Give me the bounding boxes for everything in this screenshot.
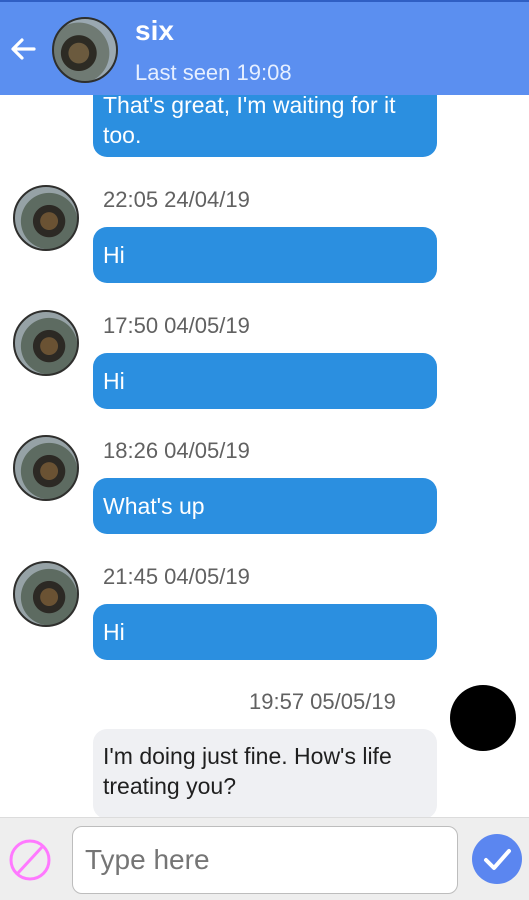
check-icon	[484, 849, 511, 870]
contact-avatar[interactable]	[13, 185, 79, 251]
back-arrow-icon[interactable]	[8, 34, 38, 64]
send-button[interactable]	[472, 834, 522, 884]
message-timestamp: 19:57 05/05/19	[249, 689, 396, 714]
message-timestamp: 18:26 04/05/19	[103, 438, 250, 463]
contact-name[interactable]: six	[135, 17, 174, 45]
user-avatar[interactable]	[450, 685, 516, 751]
message-bubble[interactable]: Hi	[93, 604, 437, 660]
message-text: That's great, I'm waiting for it too.	[103, 95, 396, 148]
message-timestamp: 22:05 24/04/19	[103, 187, 250, 212]
contact-avatar[interactable]	[13, 435, 79, 501]
message-text: Hi	[103, 619, 125, 645]
contact-avatar[interactable]	[13, 561, 79, 627]
message-text: Hi	[103, 368, 125, 394]
message-timestamp: 21:45 04/05/19	[103, 564, 250, 589]
contact-avatar[interactable]	[52, 17, 118, 83]
message-text: Hi	[103, 242, 125, 268]
message-input[interactable]	[72, 826, 458, 894]
block-icon[interactable]	[8, 838, 52, 882]
message-bubble[interactable]: Hi	[93, 353, 437, 409]
message-list[interactable]: That's great, I'm waiting for it too. 22…	[0, 95, 529, 817]
message-bubble[interactable]: What's up	[93, 478, 437, 534]
message-text: What's up	[103, 493, 205, 519]
message-text: I'm doing just fine. How's life treating…	[103, 743, 392, 799]
chat-header: six Last seen 19:08	[0, 0, 529, 95]
message-bubble[interactable]: That's great, I'm waiting for it too.	[93, 95, 437, 157]
message-timestamp: 17:50 04/05/19	[103, 313, 250, 338]
message-composer	[0, 817, 529, 900]
last-seen-status: Last seen 19:08	[135, 60, 292, 85]
contact-avatar[interactable]	[13, 310, 79, 376]
message-bubble[interactable]: I'm doing just fine. How's life treating…	[93, 729, 437, 817]
message-bubble[interactable]: Hi	[93, 227, 437, 283]
